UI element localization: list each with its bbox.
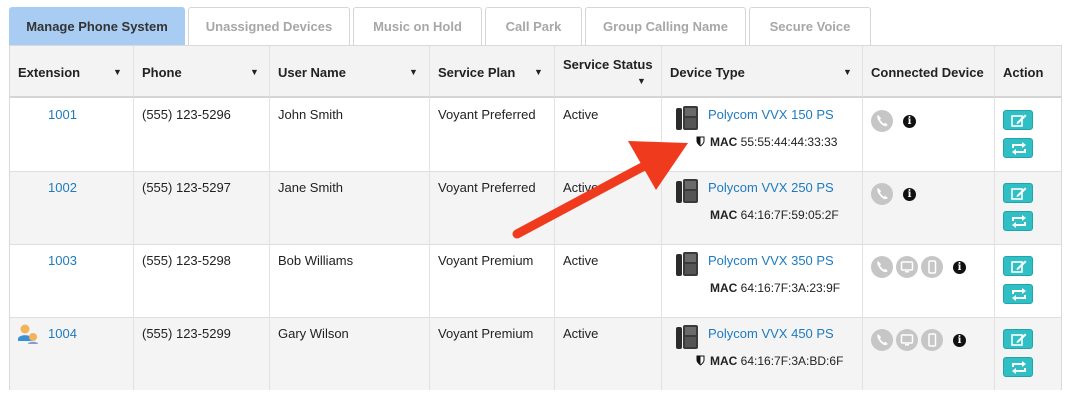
annotation-arrow-shaft (512, 159, 653, 239)
annotation-arrow (512, 141, 688, 239)
